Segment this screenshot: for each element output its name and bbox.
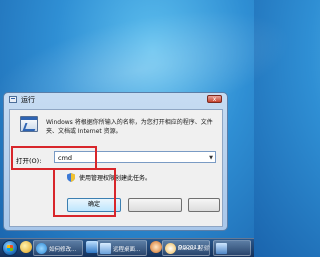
pinned-app-icon[interactable] [150, 241, 162, 253]
window-icon [216, 243, 227, 254]
highlight-box-ok-button [53, 168, 116, 217]
dialog-titlebar[interactable]: 运行 x [4, 93, 227, 107]
ie-icon [36, 243, 47, 254]
taskbar-item-window[interactable] [213, 240, 251, 256]
cancel-button[interactable] [128, 198, 182, 212]
start-orb-icon[interactable] [2, 240, 18, 256]
chevron-down-icon[interactable]: ▼ [209, 155, 213, 161]
pinned-app-icon[interactable] [20, 241, 32, 253]
qq-icon [165, 243, 176, 254]
highlight-box-open-field [11, 146, 97, 170]
browse-button[interactable] [188, 198, 220, 212]
dialog-description: Windows 将根据你所输入的名称，为您打开相应的程序、文件夹、文档或 Int… [46, 119, 213, 135]
run-title-icon [9, 96, 17, 103]
close-button[interactable]: x [207, 95, 222, 103]
watermark: Baidu 经验 [178, 245, 209, 252]
run-program-icon [20, 116, 38, 132]
taskbar-item-label: 远程桌面... [113, 247, 141, 253]
taskbar-item-label: 如何修改... [49, 247, 77, 253]
taskbar-item-browser[interactable]: 如何修改... [33, 240, 83, 256]
remote-desktop-icon [100, 243, 111, 254]
taskbar-item-remote-desktop[interactable]: 远程桌面... [97, 240, 147, 256]
dialog-title: 运行 [21, 96, 35, 104]
